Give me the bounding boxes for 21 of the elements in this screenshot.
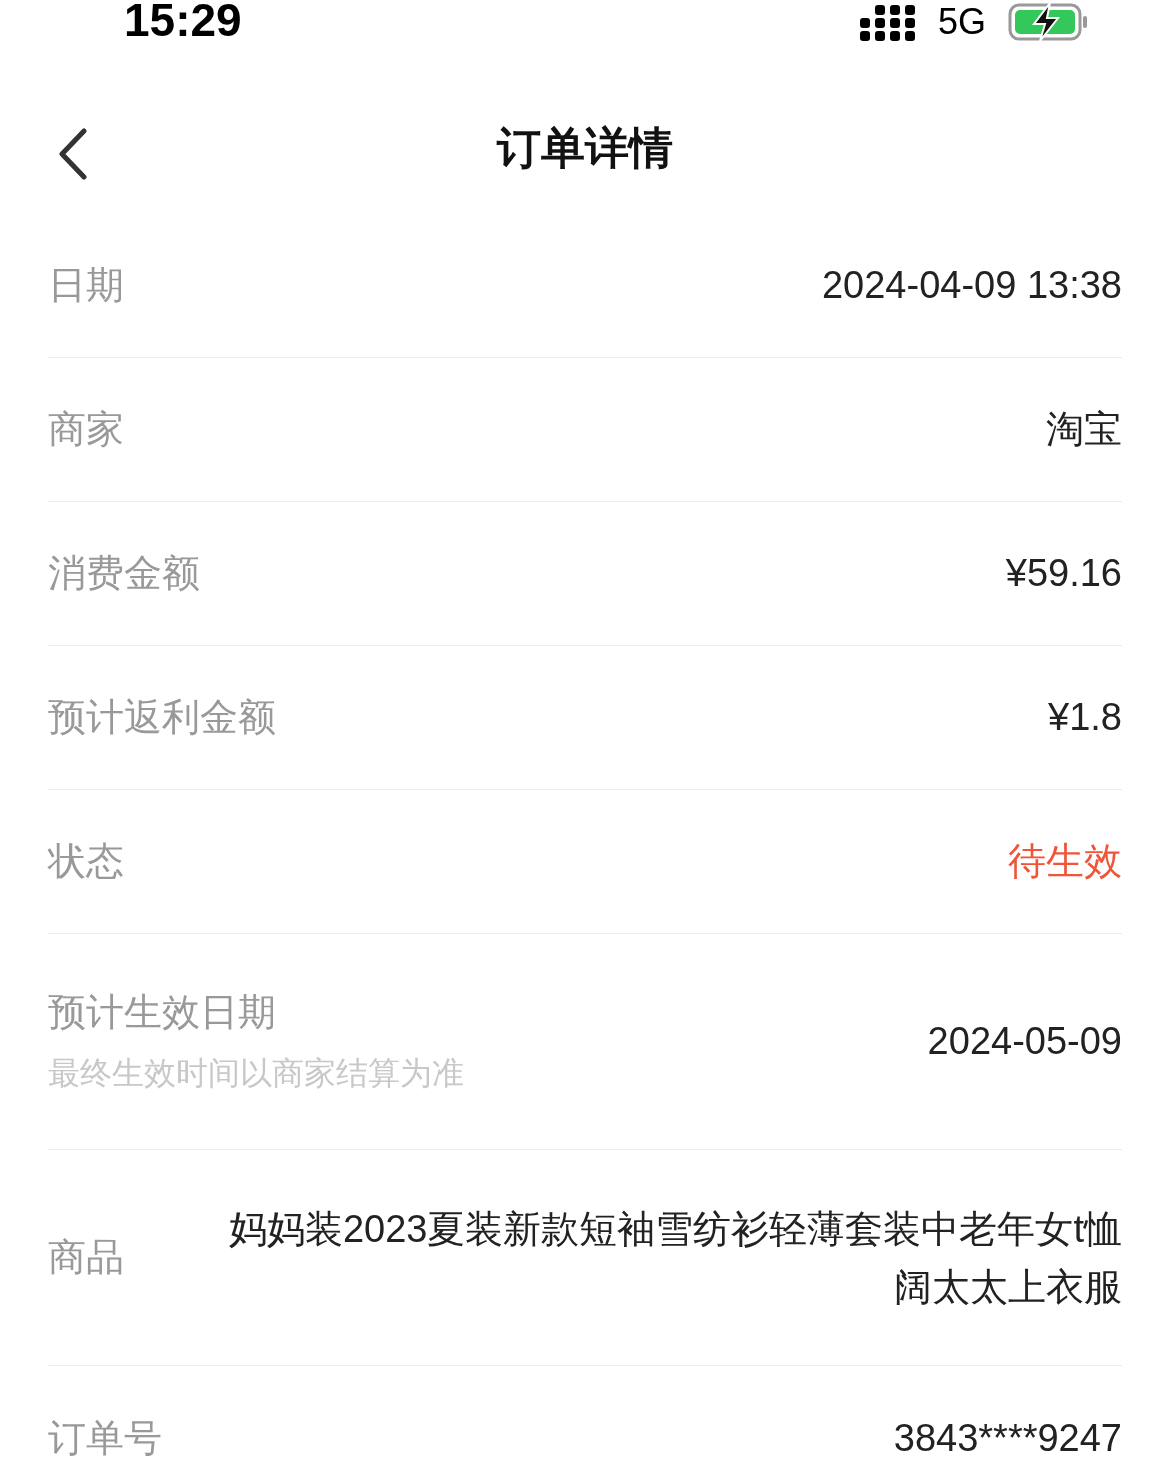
field-value: ¥1.8 xyxy=(1048,696,1122,739)
field-label: 日期 xyxy=(48,262,124,309)
field-label: 商家 xyxy=(48,406,124,453)
signal-icon xyxy=(859,3,918,41)
field-value: 妈妈装2023夏装新款短袖雪纺衫轻薄套装中老年女t恤阔太太上衣服 xyxy=(227,1206,1122,1310)
field-value: 2024-05-09 xyxy=(927,1020,1122,1063)
network-label: 5G xyxy=(937,1,986,43)
page-title: 订单详情 xyxy=(497,120,673,175)
field-label: 状态 xyxy=(48,838,124,885)
field-label: 预计返利金额 xyxy=(48,694,276,741)
field-label: 商品 xyxy=(48,1234,124,1281)
field-label: 消费金额 xyxy=(48,550,200,597)
field-value: 待生效 xyxy=(1008,839,1122,884)
field-value: 淘宝 xyxy=(1046,407,1122,452)
field-label: 预计生效日期 xyxy=(48,989,277,1036)
back-icon[interactable] xyxy=(58,128,88,180)
field-value: 2024-04-09 13:38 xyxy=(821,264,1122,307)
field-value: 3843****9247 xyxy=(893,1416,1122,1460)
field-label: 订单号 xyxy=(48,1414,162,1462)
field-value: ¥59.16 xyxy=(1005,552,1122,595)
status-time: 15:29 xyxy=(124,0,242,42)
